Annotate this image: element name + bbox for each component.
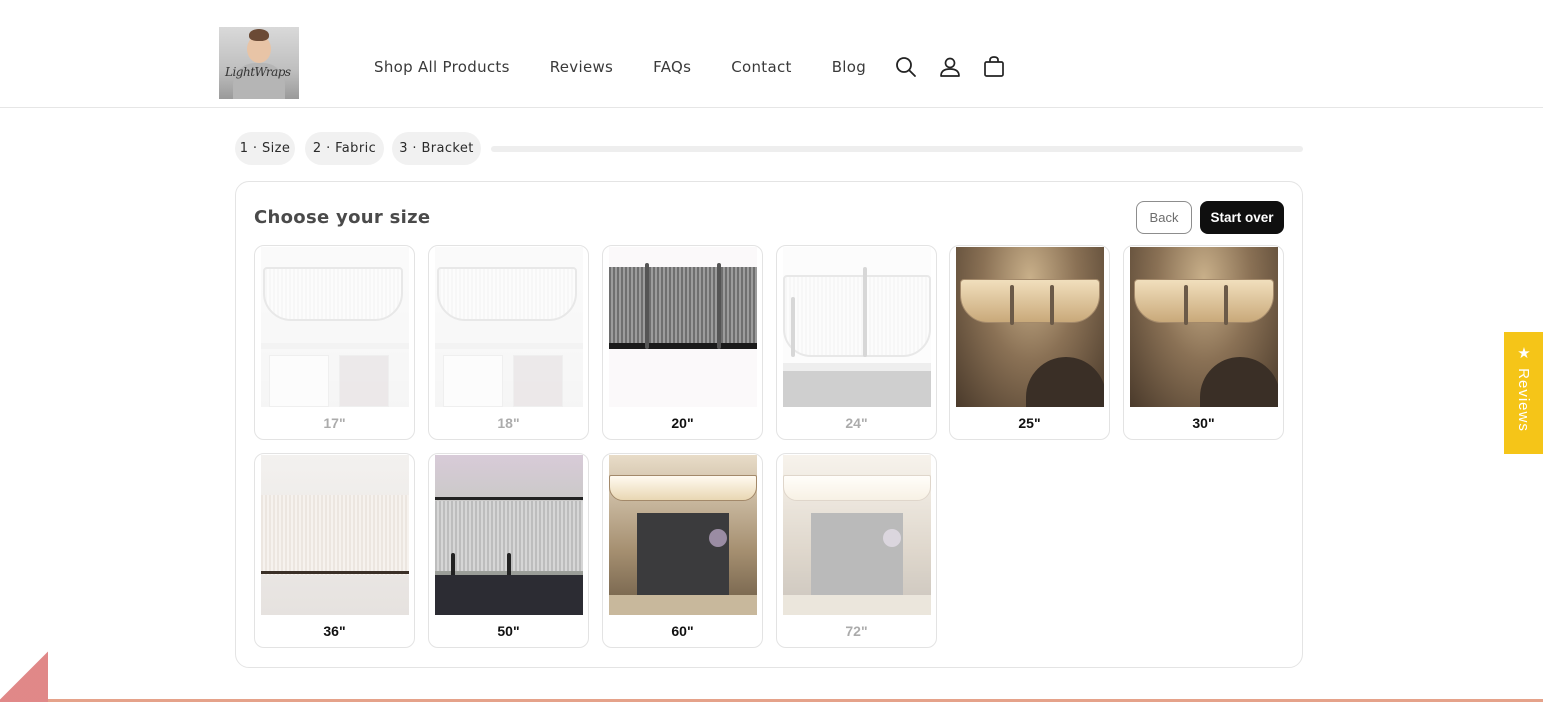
nav-blog[interactable]: Blog	[832, 58, 866, 76]
site-header: LightWraps Shop All Products Reviews FAQ…	[0, 0, 1543, 108]
size-thumbnail	[956, 247, 1104, 407]
logo-text: LightWraps	[225, 65, 291, 79]
back-button[interactable]: Back	[1136, 201, 1192, 234]
size-card-30[interactable]: 30"	[1123, 245, 1284, 440]
account-icon[interactable]	[937, 54, 963, 80]
size-label: 30"	[1192, 415, 1215, 431]
size-card-17[interactable]: 17"	[254, 245, 415, 440]
size-label: 20"	[671, 415, 694, 431]
size-thumbnail	[609, 247, 757, 407]
size-label: 36"	[323, 623, 346, 639]
size-label: 50"	[497, 623, 520, 639]
size-thumbnail	[609, 455, 757, 615]
size-chooser-panel: Choose your size Back Start over 17" 18"…	[235, 181, 1303, 668]
step-fabric[interactable]: 2 · Fabric	[305, 132, 384, 165]
size-thumbnail	[783, 455, 931, 615]
nav-contact[interactable]: Contact	[731, 58, 791, 76]
size-card-20[interactable]: 20"	[602, 245, 763, 440]
nav-faqs[interactable]: FAQs	[653, 58, 691, 76]
cart-icon[interactable]	[981, 54, 1007, 80]
search-icon[interactable]	[893, 54, 919, 80]
start-over-button[interactable]: Start over	[1200, 201, 1284, 234]
size-thumbnail	[261, 247, 409, 407]
size-card-36[interactable]: 36"	[254, 453, 415, 648]
size-label: 24"	[845, 415, 868, 431]
size-label: 18"	[497, 415, 520, 431]
size-thumbnail	[435, 247, 583, 407]
step-bracket[interactable]: 3 · Bracket	[392, 132, 481, 165]
site-logo[interactable]: LightWraps	[219, 27, 299, 99]
nav-shop-all-products[interactable]: Shop All Products	[374, 58, 510, 76]
logo-figure-hair	[249, 29, 269, 41]
size-label: 60"	[671, 623, 694, 639]
decorative-corner	[0, 650, 48, 702]
step-size[interactable]: 1 · Size	[235, 132, 295, 165]
size-card-25[interactable]: 25"	[949, 245, 1110, 440]
size-card-24[interactable]: 24"	[776, 245, 937, 440]
size-label: 25"	[1018, 415, 1041, 431]
reviews-tab-label: ★ Reviews	[1515, 344, 1532, 432]
size-thumbnail	[1130, 247, 1278, 407]
size-card-18[interactable]: 18"	[428, 245, 589, 440]
main-nav: Shop All Products Reviews FAQs Contact B…	[374, 58, 906, 76]
size-card-60[interactable]: 60"	[602, 453, 763, 648]
size-thumbnail	[261, 455, 409, 615]
reviews-side-tab[interactable]: ★ Reviews	[1504, 332, 1543, 454]
size-card-72[interactable]: 72"	[776, 453, 937, 648]
size-thumbnail	[435, 455, 583, 615]
size-card-50[interactable]: 50"	[428, 453, 589, 648]
size-thumbnail	[783, 247, 931, 407]
size-label: 17"	[323, 415, 346, 431]
size-label: 72"	[845, 623, 868, 639]
nav-reviews[interactable]: Reviews	[550, 58, 613, 76]
panel-title: Choose your size	[254, 207, 431, 228]
step-progress-bar	[491, 146, 1303, 152]
